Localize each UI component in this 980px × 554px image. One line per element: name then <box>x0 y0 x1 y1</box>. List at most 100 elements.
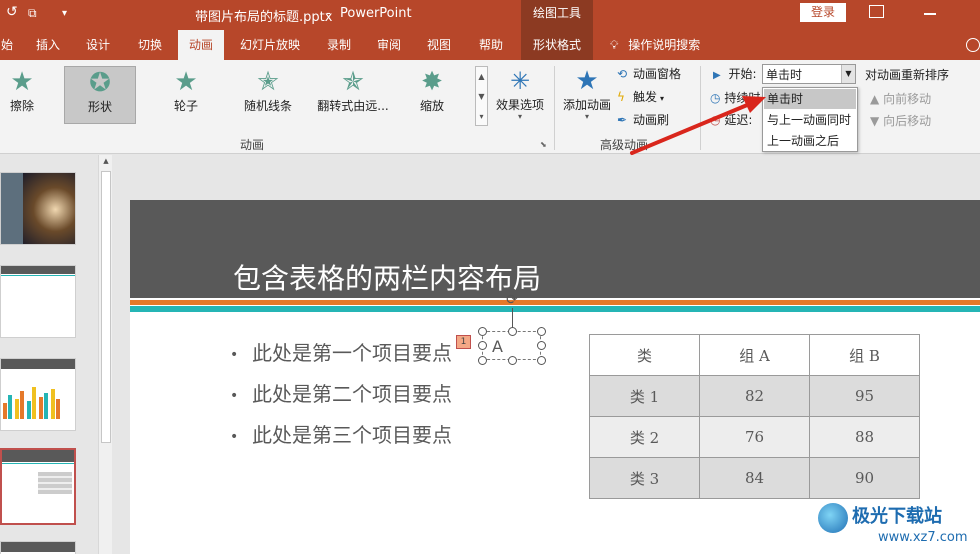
tab-home[interactable]: 始 <box>0 30 14 60</box>
bullet-item[interactable]: • 此处是第三个项目要点 <box>230 419 452 448</box>
user-icon[interactable] <box>966 38 980 52</box>
table-cell: 类 2 <box>589 416 700 458</box>
animation-group-label: 动画 <box>240 138 265 152</box>
move-later-label: 向后移动 <box>883 114 932 128</box>
thumbnail-image <box>23 173 75 244</box>
login-button[interactable]: 登录 <box>800 3 846 22</box>
slide-thumbnail-1[interactable] <box>0 172 76 245</box>
resize-handle[interactable] <box>478 356 487 365</box>
animation-label: 擦除 <box>9 99 34 113</box>
bullet-text: 此处是第一个项目要点 <box>252 341 452 365</box>
tab-view[interactable]: 视图 <box>418 30 460 60</box>
start-option-with-previous[interactable]: 与上一动画同时 <box>764 110 856 130</box>
move-later-button[interactable]: ▼ 向后移动 <box>870 112 931 129</box>
slide-table[interactable]: 类 组 A 组 B 类 1 82 95 类 2 76 88 类 3 84 90 <box>589 334 920 499</box>
add-animation-label: 添加动画 <box>562 98 611 112</box>
bullet-item[interactable]: • 此处是第二个项目要点 <box>230 378 452 407</box>
rotate-handle-stem <box>512 308 513 328</box>
animation-order-marker[interactable]: 1 <box>456 335 471 349</box>
animation-label: 轮子 <box>173 99 198 113</box>
tab-animations[interactable]: 动画 <box>178 30 224 60</box>
animation-grow-turn-button[interactable]: ✯ 翻转式由远... <box>312 66 394 124</box>
scroll-up-icon[interactable]: ▲ <box>100 157 112 167</box>
effect-options-button[interactable]: ✳ 效果选项 ▾ <box>492 64 548 121</box>
orange-accent-stripe <box>130 300 980 305</box>
tab-insert[interactable]: 插入 <box>28 30 68 60</box>
thumbnail-panel <box>1 173 23 244</box>
reorder-animation-title: 对动画重新排序 <box>865 68 950 82</box>
minimize-icon[interactable] <box>924 13 936 15</box>
undo-icon[interactable]: ↺ <box>6 4 18 20</box>
watermark-url: www.xz7.com <box>878 530 968 545</box>
resize-handle[interactable] <box>537 356 546 365</box>
dialog-launcher-icon[interactable]: ⬊ <box>540 140 547 149</box>
resize-handle[interactable] <box>478 327 487 336</box>
table-cell: 90 <box>809 457 920 499</box>
slideshow-from-start-icon[interactable]: ⧉ <box>28 6 37 21</box>
tab-record[interactable]: 录制 <box>318 30 360 60</box>
start-dropdown-list: 单击时 与上一动画同时 上一动画之后 <box>762 87 858 152</box>
animation-label: 形状 <box>87 100 112 114</box>
add-animation-button[interactable]: ★ 添加动画 ▾ <box>560 64 614 121</box>
animation-painter-label: 动画刷 <box>633 113 670 127</box>
slide-thumbnail-4-selected[interactable] <box>0 448 76 525</box>
move-earlier-button[interactable]: ▲ 向前移动 <box>870 90 931 107</box>
document-title: 带图片布局的标题.pptx <box>195 10 333 25</box>
title-bar: ↺ ⧉ ▾ 带图片布局的标题.pptx - PowerPoint 绘图工具 登录 <box>0 0 980 30</box>
animation-random-bars-button[interactable]: ✭ 随机线条 <box>232 66 304 124</box>
animation-painter-button[interactable]: ✒ 动画刷 <box>617 110 669 130</box>
chevron-down-icon[interactable]: ▼ <box>841 65 855 83</box>
add-animation-star-icon: ★ <box>575 66 599 96</box>
bullet-text: 此处是第三个项目要点 <box>252 423 452 447</box>
resize-handle[interactable] <box>508 327 517 336</box>
thumbnail-scrollbar[interactable]: ▲ <box>98 155 112 554</box>
slide-title[interactable]: 包含表格的两栏内容布局 <box>233 257 541 297</box>
animation-wipe-button[interactable]: ★ 擦除 <box>0 66 58 124</box>
animation-pane-button[interactable]: ⟲ 动画窗格 <box>617 64 681 84</box>
customize-quick-access-icon[interactable]: ▾ <box>62 8 67 19</box>
slide-thumbnail-5[interactable] <box>0 541 76 554</box>
gallery-scroll-buttons[interactable]: ▲ ▼ ▾ <box>475 66 488 126</box>
animation-shape-button[interactable]: ✪ 形状 <box>64 66 136 124</box>
effect-options-icon: ✳ <box>509 67 531 95</box>
animation-label: 随机线条 <box>243 99 292 113</box>
ribbon-display-options-icon[interactable] <box>869 5 884 18</box>
shape-text: A <box>492 337 503 356</box>
thumbnail-stripe <box>1 275 75 276</box>
delay-label-text: 延迟: <box>724 113 753 127</box>
start-option-on-click[interactable]: 单击时 <box>764 89 856 109</box>
resize-handle[interactable] <box>537 327 546 336</box>
animation-wheel-button[interactable]: ★ 轮子 <box>150 66 222 124</box>
bullet-glyph: • <box>230 428 239 445</box>
chevron-down-icon: ▾ <box>584 112 589 121</box>
tell-me-search[interactable]: 💡︎ 操作说明搜索 <box>610 30 700 60</box>
tab-review[interactable]: 审阅 <box>368 30 410 60</box>
wipe-star-icon: ★ <box>10 67 34 97</box>
resize-handle[interactable] <box>537 341 546 350</box>
animation-zoom-button[interactable]: ✸ 缩放 <box>396 66 468 124</box>
start-select[interactable]: 单击时 ▼ <box>762 64 856 84</box>
app-name: PowerPoint <box>340 6 412 21</box>
start-option-after-previous[interactable]: 上一动画之后 <box>764 131 856 151</box>
resize-handle[interactable] <box>508 356 517 365</box>
start-label: ▶ 开始: <box>713 64 757 84</box>
tab-design[interactable]: 设计 <box>78 30 118 60</box>
tab-slideshow[interactable]: 幻灯片放映 <box>232 30 308 60</box>
table-header-cell: 类 <box>589 334 700 376</box>
slide-thumbnail-2[interactable] <box>0 265 76 338</box>
bullet-text: 此处是第二个项目要点 <box>252 382 452 406</box>
bullet-item[interactable]: • 此处是第一个项目要点 <box>230 337 452 366</box>
tab-transitions[interactable]: 切换 <box>128 30 172 60</box>
shape-star-icon: ✪ <box>89 68 111 98</box>
tab-shape-format[interactable]: 形状格式 <box>521 30 593 60</box>
rotate-handle-icon[interactable]: ⟳ <box>505 293 519 307</box>
ribbon-tab-bar: 始 插入 设计 切换 动画 幻灯片放映 录制 审阅 视图 帮助 形状格式 💡︎ … <box>0 30 980 60</box>
delay-label: ◷ 延迟: <box>710 110 764 130</box>
group-divider <box>700 66 701 150</box>
scrollbar-thumb[interactable] <box>101 171 111 443</box>
grow-turn-star-icon: ✯ <box>342 67 364 97</box>
tab-help[interactable]: 帮助 <box>470 30 512 60</box>
resize-handle[interactable] <box>478 341 487 350</box>
trigger-button[interactable]: ϟ 触发 ▾ <box>617 87 664 107</box>
slide-thumbnail-3[interactable] <box>0 358 76 431</box>
